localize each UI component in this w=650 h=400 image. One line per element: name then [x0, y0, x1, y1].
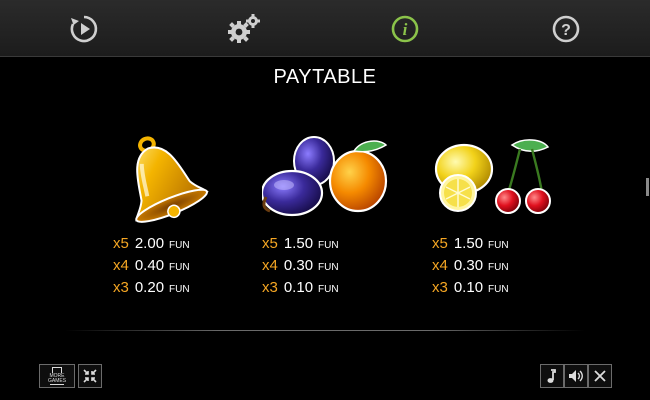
- multiplier: x4: [262, 257, 278, 274]
- payout-row: x4 0.30 FUN: [262, 257, 339, 277]
- payout-amount: 0.40: [134, 257, 165, 274]
- currency: FUN: [318, 240, 339, 251]
- payout-row: x4 0.40 FUN: [113, 257, 190, 277]
- paytable-screen: i ? PAYTABLE x5 2.00 FUN x4 0.40 FUN x3 …: [0, 0, 650, 400]
- close-icon: [594, 370, 606, 382]
- payout-amount: 2.00: [134, 235, 165, 252]
- multiplier: x5: [432, 235, 448, 252]
- help-icon: ?: [552, 15, 580, 43]
- sound-button[interactable]: [564, 364, 588, 388]
- paytable-lemon-cherry: x5 1.50 FUN x4 0.30 FUN x3 0.10 FUN: [432, 135, 632, 305]
- multiplier: x3: [113, 279, 129, 296]
- payout-row: x5 1.50 FUN: [432, 235, 509, 255]
- currency: FUN: [488, 262, 509, 273]
- help-glyph: ?: [561, 22, 571, 39]
- fullscreen-exit-button[interactable]: [78, 364, 102, 388]
- payout-row: x3 0.20 FUN: [113, 279, 190, 299]
- info-glyph: i: [403, 20, 408, 39]
- payout-amount: 0.30: [283, 257, 314, 274]
- multiplier: x3: [262, 279, 278, 296]
- payout-row: x3 0.10 FUN: [432, 279, 509, 299]
- sound-icon: [569, 370, 583, 382]
- settings-gear-icon: [228, 14, 260, 43]
- scroll-handle[interactable]: [646, 178, 649, 196]
- music-note-icon: [547, 369, 556, 383]
- page-title: PAYTABLE: [273, 66, 377, 88]
- currency: FUN: [318, 284, 339, 295]
- currency: FUN: [318, 262, 339, 273]
- currency: FUN: [488, 284, 509, 295]
- payout-amount: 0.30: [453, 257, 484, 274]
- currency: FUN: [169, 240, 190, 251]
- currency: FUN: [169, 262, 190, 273]
- payout-amount: 1.50: [283, 235, 314, 252]
- settings-button[interactable]: [224, 9, 264, 49]
- top-toolbar: i ?: [0, 0, 650, 57]
- underline: [50, 384, 64, 385]
- multiplier: x3: [432, 279, 448, 296]
- info-button[interactable]: i: [385, 9, 425, 49]
- help-button[interactable]: ?: [546, 9, 586, 49]
- payout-row: x5 2.00 FUN: [113, 235, 190, 255]
- currency: FUN: [488, 240, 509, 251]
- close-button[interactable]: [588, 364, 612, 388]
- multiplier: x5: [113, 235, 129, 252]
- payout-row: x5 1.50 FUN: [262, 235, 339, 255]
- payout-amount: 0.10: [453, 279, 484, 296]
- multiplier: x4: [432, 257, 448, 274]
- multiplier: x4: [113, 257, 129, 274]
- multiplier: x5: [262, 235, 278, 252]
- currency: FUN: [169, 284, 190, 295]
- divider: [65, 330, 585, 331]
- payout-row: x4 0.30 FUN: [432, 257, 509, 277]
- music-button[interactable]: [540, 364, 564, 388]
- payout-amount: 1.50: [453, 235, 484, 252]
- payout-row: x3 0.10 FUN: [262, 279, 339, 299]
- payout-amount: 0.20: [134, 279, 165, 296]
- fullscreen-exit-icon: [83, 369, 97, 383]
- lemon-cherry-icon: [434, 139, 551, 214]
- autoplay-button[interactable]: [64, 9, 104, 49]
- more-games-button[interactable]: MORE GAMES: [39, 364, 75, 388]
- payout-amount: 0.10: [283, 279, 314, 296]
- info-icon: i: [391, 15, 419, 43]
- autoplay-icon: [70, 15, 98, 43]
